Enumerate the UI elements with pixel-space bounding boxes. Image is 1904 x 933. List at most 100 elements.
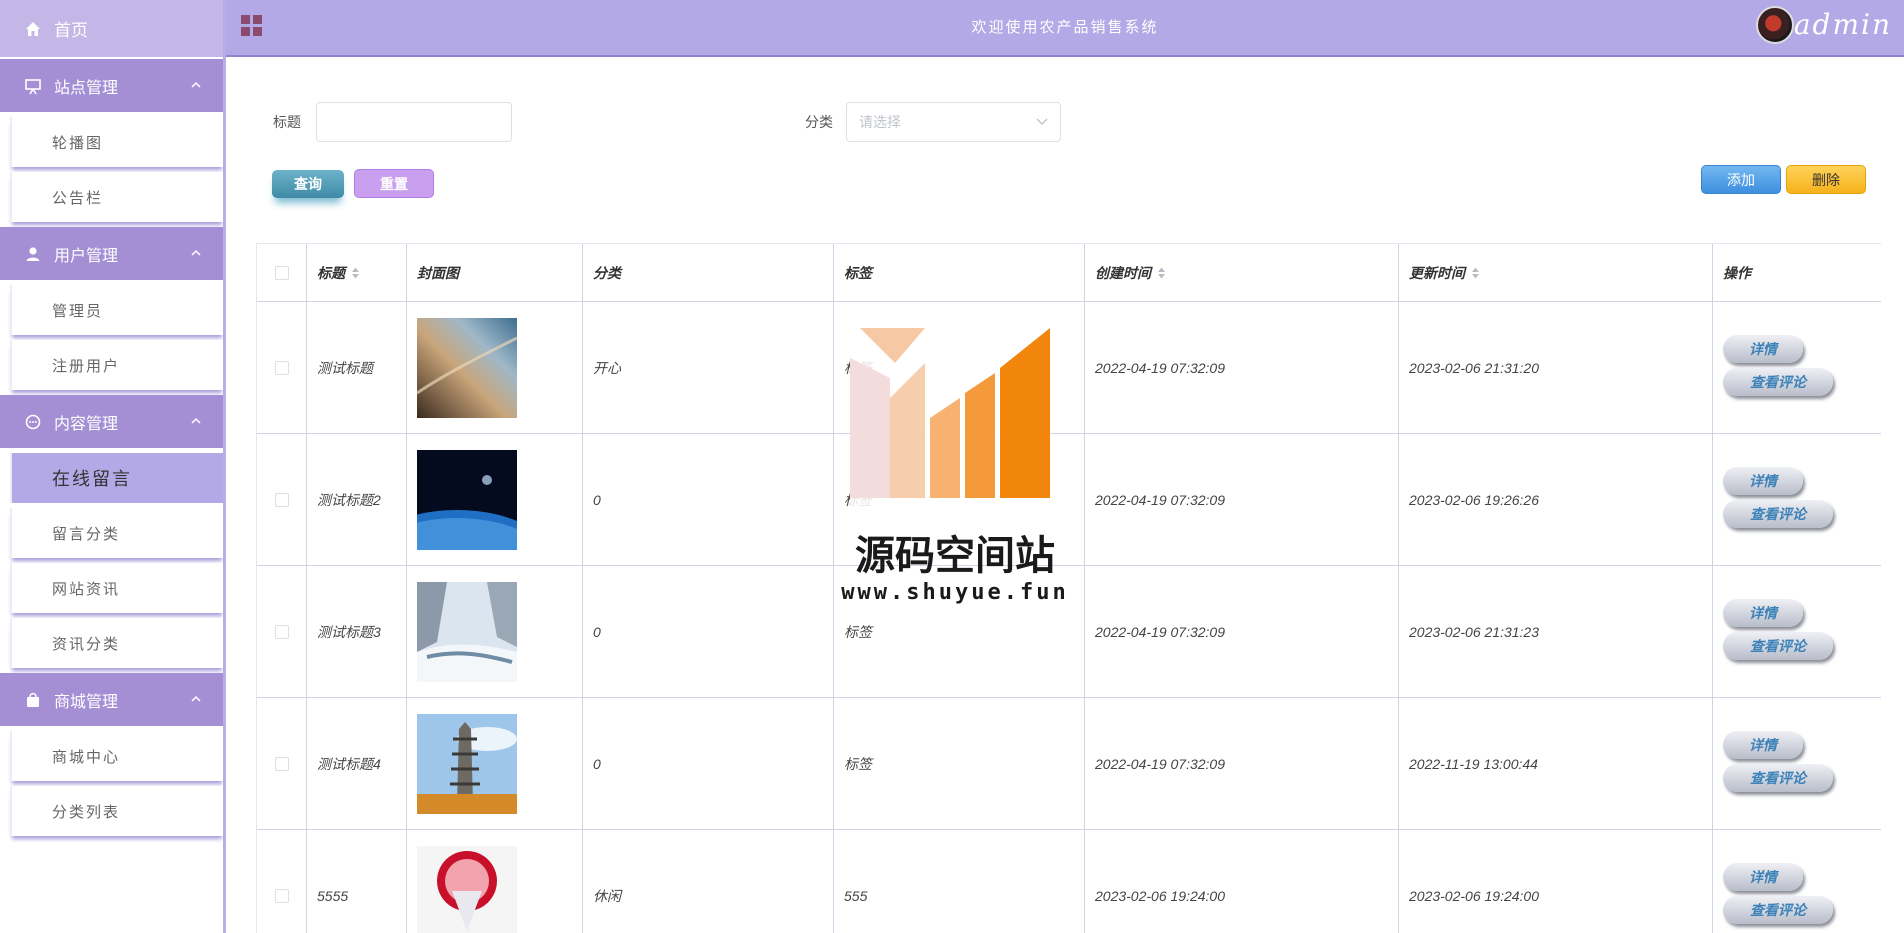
row-checkbox[interactable] [274, 888, 289, 903]
chevron-up-icon [191, 695, 201, 702]
cell-cover [407, 698, 583, 829]
sidebar: 首页 站点管理 轮播图 公告栏 用户管理 管理员 注册用户 内容管理 在线留言 … [0, 0, 226, 933]
chat-bubble-icon [25, 414, 41, 429]
column-header-updated[interactable]: 更新时间 [1399, 244, 1713, 301]
sort-icon[interactable] [1157, 266, 1166, 280]
sidebar-item-bulletin[interactable]: 公告栏 [10, 172, 223, 222]
system-title: 欢迎使用农产品销售系统 [971, 18, 1159, 36]
table-row: 5555 休闲 555 2023-02-06 19:24:00 2023-02-… [257, 830, 1881, 933]
view-comments-button[interactable]: 查看评论 [1723, 632, 1833, 660]
category-select[interactable]: 请选择 [846, 102, 1061, 142]
column-header-category: 分类 [583, 244, 834, 301]
category-label: 分类 [805, 115, 833, 131]
sidebar-group-label: 站点管理 [54, 77, 119, 97]
sidebar-item-news-categories[interactable]: 资讯分类 [10, 618, 223, 668]
chevron-up-icon [191, 249, 201, 256]
cell-tag: 标签 [834, 698, 1085, 829]
cover-image [417, 713, 517, 814]
sidebar-group-label: 内容管理 [54, 413, 119, 433]
detail-button[interactable]: 详情 [1723, 599, 1803, 627]
sidebar-item-message-categories[interactable]: 留言分类 [10, 508, 223, 558]
row-select-cell [257, 830, 307, 933]
column-header-tag: 标签 [834, 244, 1085, 301]
view-comments-button[interactable]: 查看评论 [1723, 368, 1833, 396]
sidebar-group-label: 用户管理 [54, 245, 119, 265]
row-select-cell [257, 434, 307, 565]
cell-cover [407, 566, 583, 697]
cell-title: 测试标题 [307, 302, 407, 433]
column-header-title[interactable]: 标题 [307, 244, 407, 301]
row-checkbox[interactable] [274, 624, 289, 639]
row-select-cell [257, 566, 307, 697]
cell-updated: 2022-11-19 13:00:44 [1399, 698, 1713, 829]
sidebar-group-content[interactable]: 内容管理 [0, 395, 223, 448]
sidebar-group-site[interactable]: 站点管理 [0, 59, 223, 112]
cell-updated: 2023-02-06 21:31:20 [1399, 302, 1713, 433]
cell-actions: 详情 查看评论 [1713, 302, 1881, 433]
view-comments-button[interactable]: 查看评论 [1723, 896, 1833, 924]
row-checkbox[interactable] [274, 360, 289, 375]
cell-actions: 详情 查看评论 [1713, 434, 1881, 565]
sidebar-item-mall-center[interactable]: 商城中心 [10, 731, 223, 781]
sidebar-item-category-list[interactable]: 分类列表 [10, 786, 223, 836]
sort-icon[interactable] [1471, 266, 1480, 280]
cell-actions: 详情 查看评论 [1713, 566, 1881, 697]
row-checkbox[interactable] [274, 756, 289, 771]
watermark-title: 源码空间站 [855, 533, 1055, 579]
view-comments-button[interactable]: 查看评论 [1723, 764, 1833, 792]
cell-title: 测试标题2 [307, 434, 407, 565]
table-row: 测试标题4 0 标签 2022-04-19 07:32:09 2022-11-1… [257, 698, 1881, 830]
column-header-created[interactable]: 创建时间 [1085, 244, 1399, 301]
detail-button[interactable]: 详情 [1723, 335, 1803, 363]
row-select-cell [257, 698, 307, 829]
detail-button[interactable]: 详情 [1723, 467, 1803, 495]
category-placeholder: 请选择 [859, 115, 901, 131]
detail-button[interactable]: 详情 [1723, 731, 1803, 759]
sidebar-item-news[interactable]: 网站资讯 [10, 563, 223, 613]
cell-tag: 555 [834, 830, 1085, 933]
reset-button[interactable]: 重置 [354, 169, 434, 198]
sort-icon[interactable] [351, 266, 360, 280]
row-checkbox[interactable] [274, 492, 289, 507]
select-all-checkbox[interactable] [274, 265, 289, 280]
cover-image [417, 581, 517, 682]
query-button[interactable]: 查询 [272, 170, 344, 198]
cell-category: 休闲 [583, 830, 834, 933]
top-bar: 欢迎使用农产品销售系统 admin [226, 0, 1904, 57]
user-icon [26, 246, 40, 261]
sidebar-item-carousel[interactable]: 轮播图 [10, 117, 223, 167]
chevron-up-icon [191, 417, 201, 424]
table-header-row: 标题 封面图 分类 标签 创建时间 更新时间 操作 [257, 244, 1881, 302]
sidebar-item-online-messages[interactable]: 在线留言 [10, 453, 223, 503]
title-input[interactable] [316, 102, 512, 142]
cell-category: 0 [583, 698, 834, 829]
sidebar-group-mall[interactable]: 商城管理 [0, 673, 223, 726]
cover-image [417, 317, 517, 418]
cell-title: 测试标题4 [307, 698, 407, 829]
cell-title: 5555 [307, 830, 407, 933]
cover-image [417, 449, 517, 550]
sidebar-home[interactable]: 首页 [0, 0, 223, 57]
cell-created: 2023-02-06 19:24:00 [1085, 830, 1399, 933]
cell-actions: 详情 查看评论 [1713, 830, 1881, 933]
sidebar-item-admins[interactable]: 管理员 [10, 285, 223, 335]
home-icon [26, 21, 40, 36]
cell-updated: 2023-02-06 21:31:23 [1399, 566, 1713, 697]
sidebar-group-label: 商城管理 [54, 691, 119, 711]
chevron-up-icon [191, 81, 201, 88]
title-label: 标题 [273, 115, 301, 131]
username[interactable]: admin [1794, 8, 1892, 41]
add-button[interactable]: 添加 [1701, 165, 1781, 194]
chevron-down-icon [1036, 118, 1048, 125]
sidebar-item-registered-users[interactable]: 注册用户 [10, 340, 223, 390]
delete-button[interactable]: 删除 [1786, 165, 1866, 194]
column-header-cover: 封面图 [407, 244, 583, 301]
row-select-cell [257, 302, 307, 433]
cover-image [417, 845, 517, 933]
sidebar-group-users[interactable]: 用户管理 [0, 227, 223, 280]
cell-actions: 详情 查看评论 [1713, 698, 1881, 829]
detail-button[interactable]: 详情 [1723, 863, 1803, 891]
view-comments-button[interactable]: 查看评论 [1723, 500, 1833, 528]
cell-cover [407, 302, 583, 433]
avatar[interactable] [1756, 6, 1794, 44]
